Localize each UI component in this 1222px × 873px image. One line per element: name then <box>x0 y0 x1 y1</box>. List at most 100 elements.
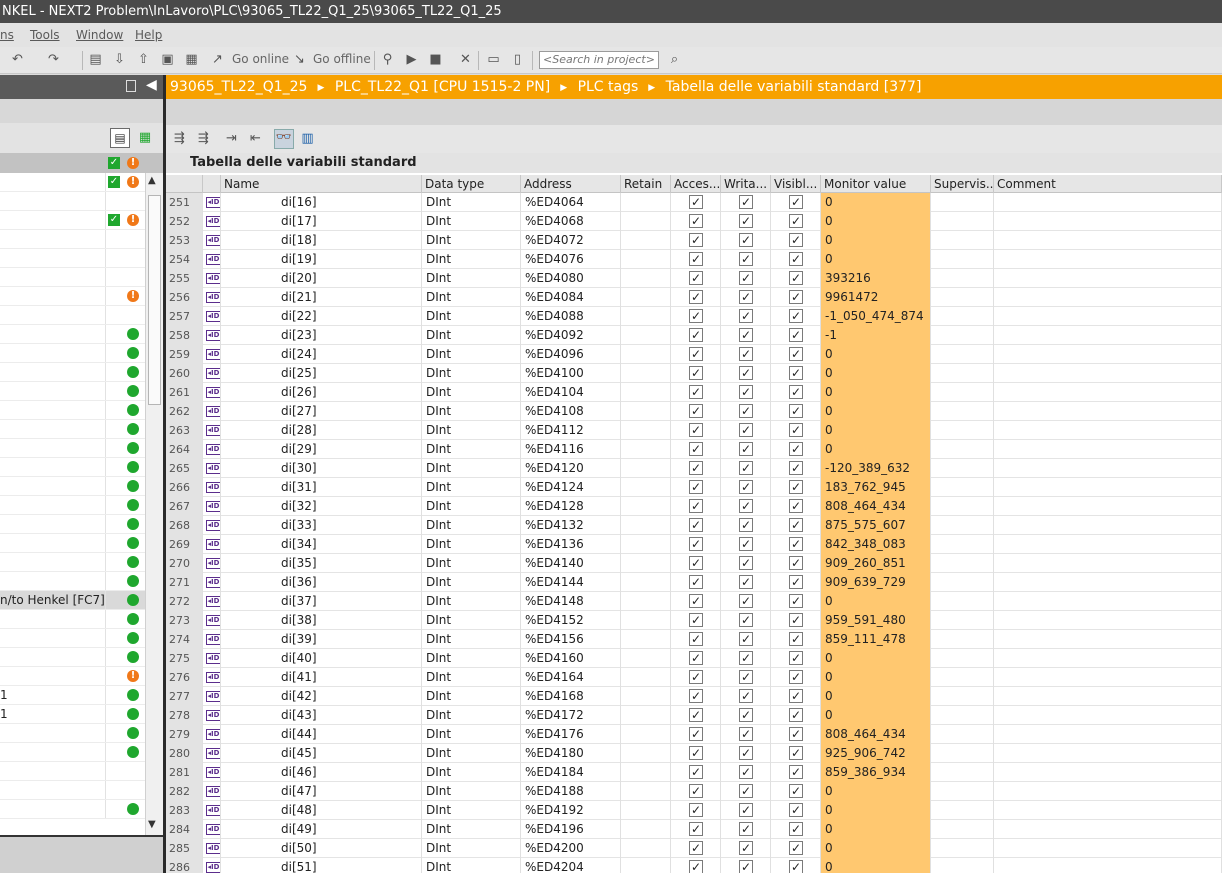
tag-comment[interactable] <box>994 668 1222 687</box>
project-tree-item[interactable]: 1 <box>0 705 145 724</box>
visible-checkbox[interactable]: ✓ <box>789 309 803 323</box>
tag-data-type[interactable]: DInt <box>422 782 521 801</box>
tag-comment[interactable] <box>994 516 1222 535</box>
table-row[interactable]: 277 ◂ID di[42] DInt %ED4168 ✓ ✓ ✓ 0 <box>166 687 1222 706</box>
tag-name[interactable]: di[29] <box>221 440 422 459</box>
tag-comment[interactable] <box>994 193 1222 212</box>
accessible-checkbox[interactable]: ✓ <box>689 860 703 873</box>
table-row[interactable]: 267 ◂ID di[32] DInt %ED4128 ✓ ✓ ✓ 808_464_434 <box>166 497 1222 516</box>
accessible-checkbox[interactable]: ✓ <box>689 214 703 228</box>
writable-checkbox[interactable]: ✓ <box>739 632 753 646</box>
visible-checkbox[interactable]: ✓ <box>789 518 803 532</box>
tag-comment[interactable] <box>994 535 1222 554</box>
writable-checkbox[interactable]: ✓ <box>739 404 753 418</box>
project-tree-scrollbar[interactable]: ▲ ▼ <box>145 173 163 835</box>
accessible-checkbox[interactable]: ✓ <box>689 803 703 817</box>
project-tree-item[interactable] <box>0 192 145 211</box>
table-row[interactable]: 280 ◂ID di[45] DInt %ED4180 ✓ ✓ ✓ 925_906_742 <box>166 744 1222 763</box>
tag-retain[interactable] <box>621 383 671 402</box>
tag-retain[interactable] <box>621 326 671 345</box>
writable-checkbox[interactable]: ✓ <box>739 499 753 513</box>
tag-retain[interactable] <box>621 345 671 364</box>
scroll-down-icon[interactable]: ▼ <box>148 819 156 830</box>
accessible-checkbox[interactable]: ✓ <box>689 309 703 323</box>
export-icon[interactable]: ⇥ <box>224 131 239 146</box>
writable-checkbox[interactable]: ✓ <box>739 765 753 779</box>
writable-checkbox[interactable]: ✓ <box>739 708 753 722</box>
writable-checkbox[interactable]: ✓ <box>739 195 753 209</box>
tag-comment[interactable] <box>994 383 1222 402</box>
project-tree-item[interactable] <box>0 610 145 629</box>
tag-comment[interactable] <box>994 706 1222 725</box>
tag-comment[interactable] <box>994 440 1222 459</box>
tag-data-type[interactable]: DInt <box>422 269 521 288</box>
tag-data-type[interactable]: DInt <box>422 459 521 478</box>
menu-item-tools[interactable]: Tools <box>30 23 60 47</box>
stop-cpu-icon[interactable]: ■ <box>428 52 443 67</box>
table-row[interactable]: 273 ◂ID di[38] DInt %ED4152 ✓ ✓ ✓ 959_591_480 <box>166 611 1222 630</box>
tag-address[interactable]: %ED4148 <box>521 592 621 611</box>
tag-supervision[interactable] <box>931 421 994 440</box>
visible-checkbox[interactable]: ✓ <box>789 214 803 228</box>
tag-retain[interactable] <box>621 706 671 725</box>
tag-comment[interactable] <box>994 478 1222 497</box>
project-tree-item[interactable]: n/to Henkel [FC7] <box>0 591 145 610</box>
visible-checkbox[interactable]: ✓ <box>789 575 803 589</box>
tag-data-type[interactable]: DInt <box>422 763 521 782</box>
tag-retain[interactable] <box>621 193 671 212</box>
tag-supervision[interactable] <box>931 250 994 269</box>
tag-data-type[interactable]: DInt <box>422 820 521 839</box>
writable-checkbox[interactable]: ✓ <box>739 594 753 608</box>
tag-address[interactable]: %ED4124 <box>521 478 621 497</box>
tag-data-type[interactable]: DInt <box>422 611 521 630</box>
tag-address[interactable]: %ED4092 <box>521 326 621 345</box>
visible-checkbox[interactable]: ✓ <box>789 632 803 646</box>
visible-checkbox[interactable]: ✓ <box>789 765 803 779</box>
tag-retain[interactable] <box>621 516 671 535</box>
tag-data-type[interactable]: DInt <box>422 744 521 763</box>
project-tree-item[interactable] <box>0 724 145 743</box>
tag-address[interactable]: %ED4076 <box>521 250 621 269</box>
writable-checkbox[interactable]: ✓ <box>739 461 753 475</box>
tag-retain[interactable] <box>621 649 671 668</box>
start-cpu-icon[interactable]: ▶ <box>404 52 419 67</box>
tag-supervision[interactable] <box>931 383 994 402</box>
tag-name[interactable]: di[17] <box>221 212 422 231</box>
scroll-up-icon[interactable]: ▲ <box>148 175 156 186</box>
tag-supervision[interactable] <box>931 231 994 250</box>
split-vertical-icon[interactable]: ▯ <box>510 52 525 67</box>
tag-supervision[interactable] <box>931 763 994 782</box>
visible-checkbox[interactable]: ✓ <box>789 594 803 608</box>
table-row[interactable]: 269 ◂ID di[34] DInt %ED4136 ✓ ✓ ✓ 842_348_083 <box>166 535 1222 554</box>
accessible-checkbox[interactable]: ✓ <box>689 537 703 551</box>
tag-name[interactable]: di[39] <box>221 630 422 649</box>
import-icon[interactable]: ⇤ <box>248 131 263 146</box>
tag-name[interactable]: di[25] <box>221 364 422 383</box>
table-row[interactable]: 272 ◂ID di[37] DInt %ED4148 ✓ ✓ ✓ 0 <box>166 592 1222 611</box>
tag-supervision[interactable] <box>931 744 994 763</box>
project-tree-item[interactable] <box>0 344 145 363</box>
tag-address[interactable]: %ED4140 <box>521 554 621 573</box>
tag-comment[interactable] <box>994 288 1222 307</box>
writable-checkbox[interactable]: ✓ <box>739 670 753 684</box>
tag-address[interactable]: %ED4168 <box>521 687 621 706</box>
visible-checkbox[interactable]: ✓ <box>789 290 803 304</box>
accessible-checkbox[interactable]: ✓ <box>689 632 703 646</box>
monitor-all-icon[interactable]: 👓 <box>274 129 294 149</box>
search-input[interactable]: <Search in project> <box>539 51 659 69</box>
project-tree-item[interactable]: ✓! <box>0 173 145 192</box>
accessible-checkbox[interactable]: ✓ <box>689 366 703 380</box>
tag-name[interactable]: di[51] <box>221 858 422 873</box>
visible-checkbox[interactable]: ✓ <box>789 784 803 798</box>
writable-checkbox[interactable]: ✓ <box>739 214 753 228</box>
tag-supervision[interactable] <box>931 820 994 839</box>
pin-icon[interactable] <box>126 80 136 92</box>
tag-supervision[interactable] <box>931 440 994 459</box>
visible-checkbox[interactable]: ✓ <box>789 347 803 361</box>
project-tree-item[interactable] <box>0 249 145 268</box>
writable-checkbox[interactable]: ✓ <box>739 803 753 817</box>
tag-retain[interactable] <box>621 497 671 516</box>
tag-address[interactable]: %ED4064 <box>521 193 621 212</box>
table-row[interactable]: 252 ◂ID di[17] DInt %ED4068 ✓ ✓ ✓ 0 <box>166 212 1222 231</box>
writable-checkbox[interactable]: ✓ <box>739 347 753 361</box>
